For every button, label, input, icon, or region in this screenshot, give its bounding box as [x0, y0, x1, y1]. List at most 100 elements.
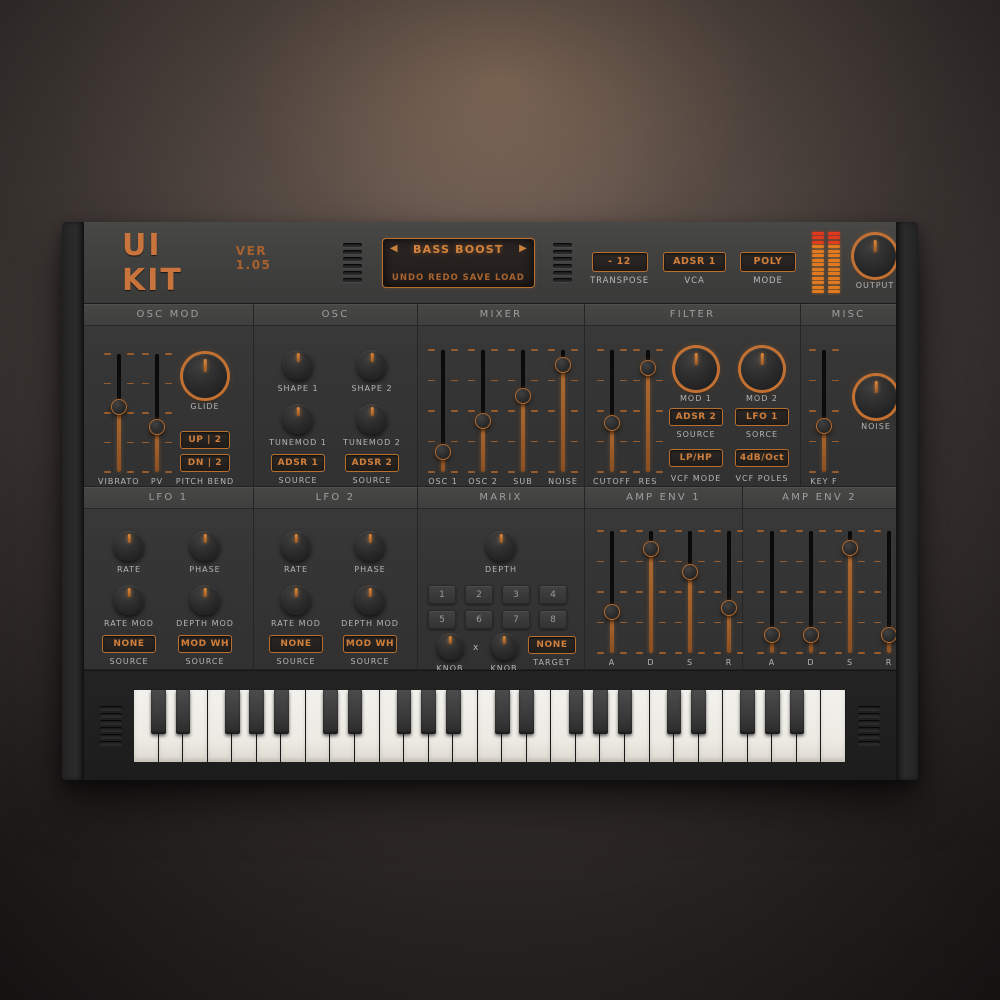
tunemod2-knob[interactable]: [357, 404, 387, 434]
filter-source2-button[interactable]: LFO 1: [735, 408, 789, 426]
black-key[interactable]: [249, 689, 265, 735]
filter-source1-button[interactable]: ADSR 2: [669, 408, 723, 426]
preset-prev-icon[interactable]: ◀: [390, 244, 398, 254]
black-key[interactable]: [396, 689, 412, 735]
lfo2-source2-button[interactable]: MOD WH: [343, 635, 397, 653]
env1-sustain-slider[interactable]: [675, 530, 705, 654]
tunemod1-knob[interactable]: [283, 404, 313, 434]
lfo2-source1-button[interactable]: NONE: [269, 635, 323, 653]
env2-decay-slider[interactable]: [796, 530, 826, 654]
transpose-button[interactable]: - 12: [591, 251, 648, 272]
pitch-bend-up-button[interactable]: UP | 2: [180, 431, 230, 449]
redo-button[interactable]: REDO: [428, 273, 459, 283]
vcf-mode-button[interactable]: LP/HP: [669, 449, 723, 467]
filter-mod2-knob[interactable]: [741, 348, 783, 390]
osc1-slider[interactable]: [428, 349, 458, 473]
matrix-step-button[interactable]: 4: [539, 585, 567, 604]
matrix-step-button[interactable]: 2: [465, 585, 493, 604]
slider-handle[interactable]: [816, 417, 832, 434]
slider-handle[interactable]: [803, 626, 819, 643]
black-key[interactable]: [273, 689, 289, 735]
matrix-step-button[interactable]: 6: [465, 610, 493, 629]
env2-sustain-slider[interactable]: [835, 530, 865, 654]
lfo2-phase-knob[interactable]: [355, 531, 385, 561]
undo-button[interactable]: UNDO: [392, 273, 424, 283]
slider-handle[interactable]: [764, 626, 780, 643]
vcf-poles-button[interactable]: 4dB/Oct: [735, 449, 789, 467]
slider-handle[interactable]: [515, 388, 531, 405]
env1-attack-slider[interactable]: [597, 530, 627, 654]
piano-keyboard[interactable]: [134, 689, 846, 762]
osc-source1-button[interactable]: ADSR 1: [271, 454, 325, 472]
slider-handle[interactable]: [603, 415, 620, 432]
vibrato-slider[interactable]: [103, 353, 134, 473]
misc-noise-knob[interactable]: [855, 376, 897, 418]
matrix-step-button[interactable]: 8: [539, 610, 567, 629]
pv-slider[interactable]: [142, 353, 172, 473]
slider-handle[interactable]: [842, 540, 858, 557]
load-button[interactable]: LOAD: [495, 273, 525, 283]
black-key[interactable]: [323, 689, 338, 735]
matrix-knob-b[interactable]: [490, 633, 518, 660]
preset-name[interactable]: BASS BOOST: [398, 243, 519, 256]
sub-slider[interactable]: [508, 349, 538, 473]
black-key[interactable]: [617, 689, 633, 735]
key-f-slider[interactable]: [809, 349, 839, 473]
vca-button[interactable]: ADSR 1: [663, 251, 726, 272]
osc-source2-button[interactable]: ADSR 2: [345, 454, 399, 472]
preset-display[interactable]: ◀ BASS BOOST ▶ UNDO REDO SAVE LOAD: [381, 237, 535, 288]
black-key[interactable]: [224, 689, 240, 735]
shape1-knob[interactable]: [283, 350, 313, 380]
black-key[interactable]: [494, 689, 510, 735]
matrix-knob-a[interactable]: [436, 633, 464, 660]
osc2-slider[interactable]: [468, 349, 498, 473]
black-key[interactable]: [789, 689, 805, 735]
slider-handle[interactable]: [475, 412, 491, 429]
slider-handle[interactable]: [604, 603, 620, 620]
black-key[interactable]: [151, 689, 166, 735]
lfo1-rate-knob[interactable]: [114, 531, 144, 561]
slider-handle[interactable]: [110, 399, 127, 416]
slider-handle[interactable]: [435, 444, 451, 461]
lfo2-rate-knob[interactable]: [281, 531, 311, 561]
black-key[interactable]: [593, 689, 608, 735]
env2-attack-slider[interactable]: [757, 530, 787, 654]
lfo1-source2-button[interactable]: MOD WH: [178, 635, 232, 653]
black-key[interactable]: [347, 689, 363, 735]
black-key[interactable]: [568, 689, 584, 735]
slider-handle[interactable]: [149, 419, 165, 436]
preset-next-icon[interactable]: ▶: [519, 244, 527, 254]
matrix-step-button[interactable]: 3: [502, 585, 530, 604]
black-key[interactable]: [175, 689, 191, 735]
glide-knob[interactable]: [183, 354, 227, 398]
slider-handle[interactable]: [721, 599, 737, 616]
env1-release-slider[interactable]: [714, 530, 744, 654]
matrix-target-button[interactable]: NONE: [528, 636, 576, 654]
env1-decay-slider[interactable]: [636, 530, 666, 654]
black-key[interactable]: [764, 689, 780, 735]
matrix-step-button[interactable]: 7: [502, 610, 530, 629]
matrix-step-button[interactable]: 5: [428, 610, 456, 629]
black-key[interactable]: [421, 689, 436, 735]
save-button[interactable]: SAVE: [463, 273, 492, 283]
mixer-noise-slider[interactable]: [548, 349, 578, 473]
black-key[interactable]: [519, 689, 535, 735]
slider-handle[interactable]: [682, 564, 698, 581]
matrix-step-button[interactable]: 1: [428, 585, 456, 604]
pitch-bend-down-button[interactable]: DN | 2: [180, 454, 230, 472]
slider-handle[interactable]: [643, 541, 659, 558]
slider-handle[interactable]: [881, 626, 897, 643]
black-key[interactable]: [740, 689, 756, 735]
black-key[interactable]: [445, 689, 461, 735]
matrix-depth-knob[interactable]: [486, 531, 516, 561]
lfo2-depthmod-knob[interactable]: [355, 585, 385, 615]
black-key[interactable]: [666, 689, 682, 735]
cutoff-slider[interactable]: [596, 349, 627, 473]
lfo1-phase-knob[interactable]: [190, 531, 220, 561]
mode-button[interactable]: POLY: [740, 251, 796, 272]
output-knob[interactable]: [854, 235, 896, 277]
lfo1-source1-button[interactable]: NONE: [102, 635, 156, 653]
res-slider[interactable]: [633, 349, 663, 473]
slider-handle[interactable]: [555, 356, 571, 373]
white-key[interactable]: [821, 689, 846, 762]
